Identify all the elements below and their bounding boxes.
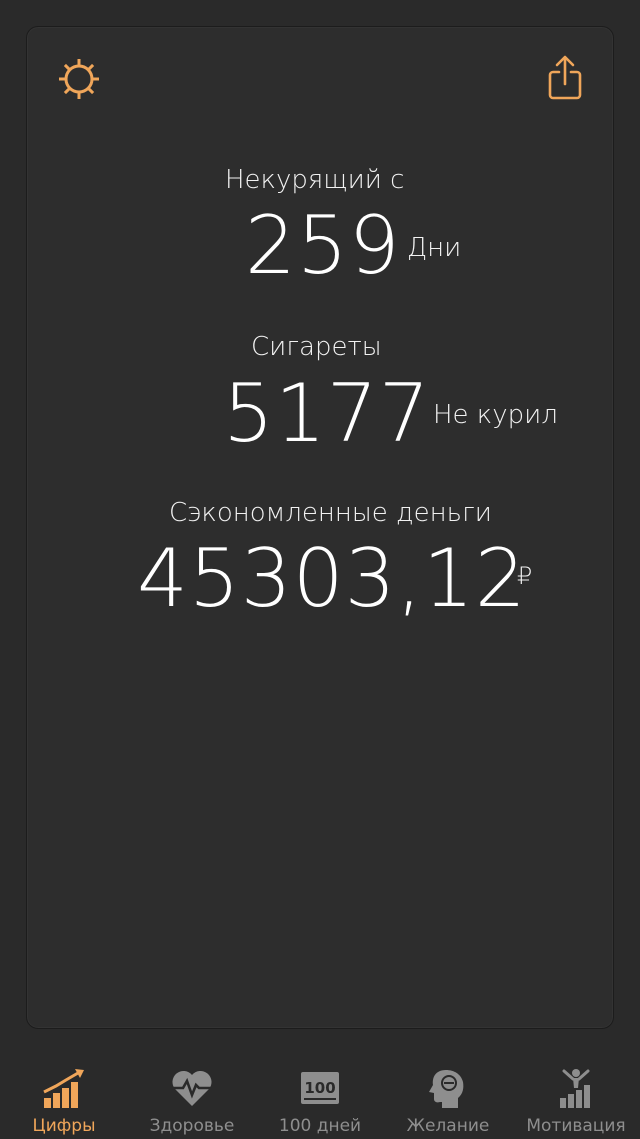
tab-motivation[interactable]: Мотивация xyxy=(512,1048,640,1139)
gear-icon xyxy=(59,59,99,99)
smokefree-label: Некурящий с xyxy=(225,165,405,195)
tab-bar: Цифры Здоровье 100 100 дней Желание Моти… xyxy=(0,1048,640,1139)
svg-text:100: 100 xyxy=(304,1079,335,1097)
cigarettes-value: 5177 xyxy=(223,367,431,460)
tab-100-days[interactable]: 100 100 дней xyxy=(256,1048,384,1139)
tab-craving[interactable]: Желание xyxy=(384,1048,512,1139)
chart-icon xyxy=(43,1069,84,1108)
stats-card: Некурящий с 259 Дни Сигареты 5177 Не кур… xyxy=(26,26,614,1029)
share-button[interactable] xyxy=(545,55,585,101)
smokefree-days-value: 259 xyxy=(245,199,401,292)
motivation-icon xyxy=(560,1069,590,1108)
tab-craving-label: Желание xyxy=(406,1116,490,1136)
hundred-icon: 100 xyxy=(301,1072,339,1104)
tab-100-days-label: 100 дней xyxy=(278,1116,362,1136)
heart-pulse-icon xyxy=(172,1070,212,1106)
settings-button[interactable] xyxy=(57,57,101,101)
tab-health-label: Здоровье xyxy=(149,1116,235,1136)
share-icon xyxy=(548,55,582,100)
tab-numbers-label: Цифры xyxy=(32,1116,96,1136)
currency-symbol: ₽ xyxy=(517,562,533,590)
tab-numbers[interactable]: Цифры xyxy=(0,1048,128,1139)
tab-motivation-label: Мотивация xyxy=(526,1116,626,1136)
money-label: Сэкономленные деньги xyxy=(169,498,492,528)
money-value: 45303,12 xyxy=(137,532,527,625)
cigarettes-unit: Не курил xyxy=(433,400,558,430)
tab-health[interactable]: Здоровье xyxy=(128,1048,256,1139)
smokefree-days-unit: Дни xyxy=(407,233,462,263)
head-icon xyxy=(429,1070,464,1108)
cigarettes-label: Сигареты xyxy=(251,332,382,362)
